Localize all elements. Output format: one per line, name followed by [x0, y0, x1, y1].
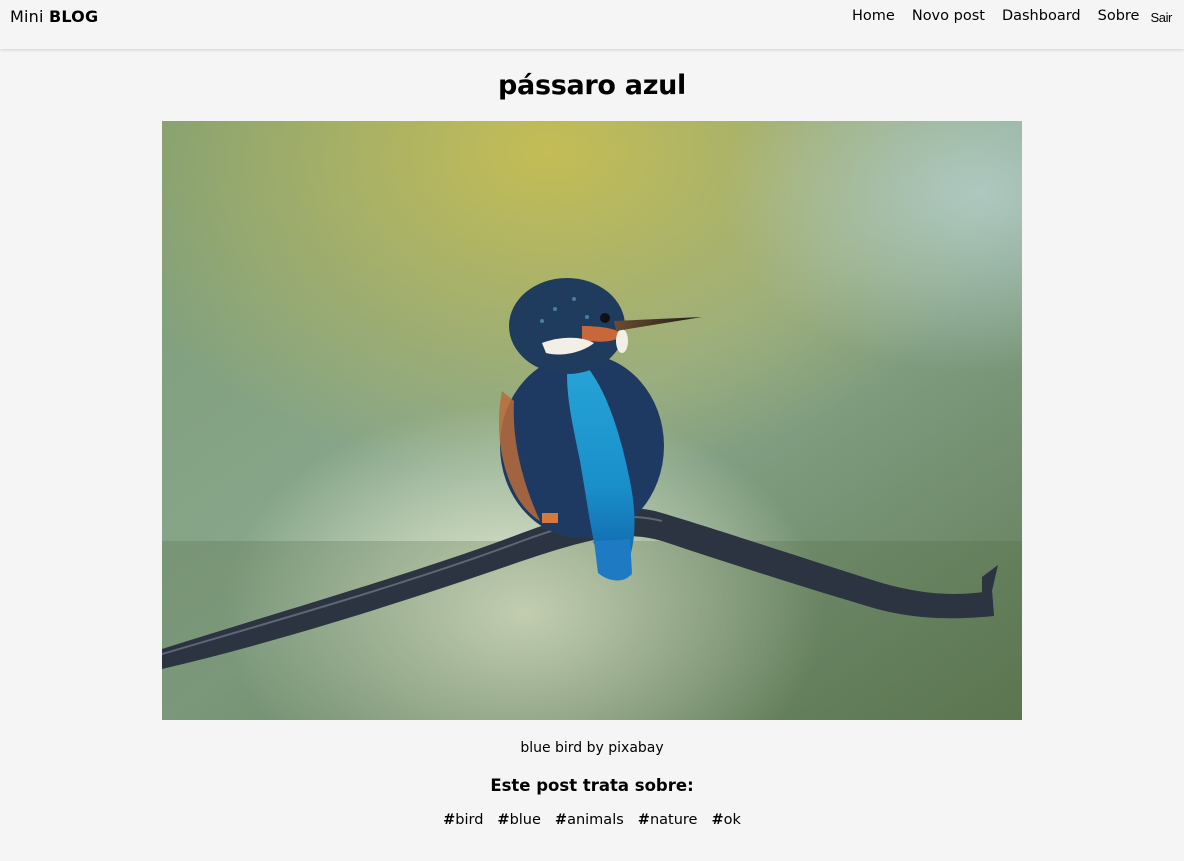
tag-item: #ok — [711, 812, 740, 828]
nav-dashboard-link[interactable]: Dashboard — [1002, 8, 1081, 24]
tag-hash: # — [554, 812, 568, 828]
nav-links: Home Novo post Dashboard Sobre Sair — [835, 8, 1172, 25]
post-image — [162, 121, 1022, 720]
tag-label: blue — [509, 812, 541, 828]
brand-strong: BLOG — [48, 7, 99, 26]
tag-hash: # — [711, 812, 724, 828]
post-body: blue bird by pixabay — [520, 740, 664, 756]
nav-about-link[interactable]: Sobre — [1098, 8, 1140, 24]
tag-hash: # — [443, 812, 456, 828]
brand-logo-link[interactable]: Mini BLOG — [10, 7, 98, 26]
navbar: Mini BLOG Home Novo post Dashboard Sobre… — [0, 0, 1184, 49]
tag-label: nature — [649, 812, 698, 828]
tag-list: #bird #blue #animals #nature #ok — [0, 812, 1184, 828]
tag-hash: # — [637, 812, 650, 828]
post-container: pássaro azul blue bird by pixabay Este p… — [0, 70, 1184, 828]
tags-title: Este post trata sobre: — [490, 776, 694, 795]
post-title: pássaro azul — [498, 70, 686, 101]
tag-item: #blue — [497, 812, 541, 828]
tag-hash: # — [497, 812, 510, 828]
nav-new-post-link[interactable]: Novo post — [912, 8, 985, 24]
tag-item: #bird — [443, 812, 483, 828]
tag-item: #animals — [555, 812, 624, 828]
logout-button[interactable]: Sair — [1150, 10, 1172, 25]
tag-label: animals — [567, 812, 624, 828]
tag-label: bird — [455, 812, 484, 828]
nav-home-link[interactable]: Home — [852, 8, 895, 24]
brand-prefix: Mini — [10, 7, 44, 26]
tag-item: #nature — [638, 812, 698, 828]
tag-label: ok — [723, 812, 741, 828]
